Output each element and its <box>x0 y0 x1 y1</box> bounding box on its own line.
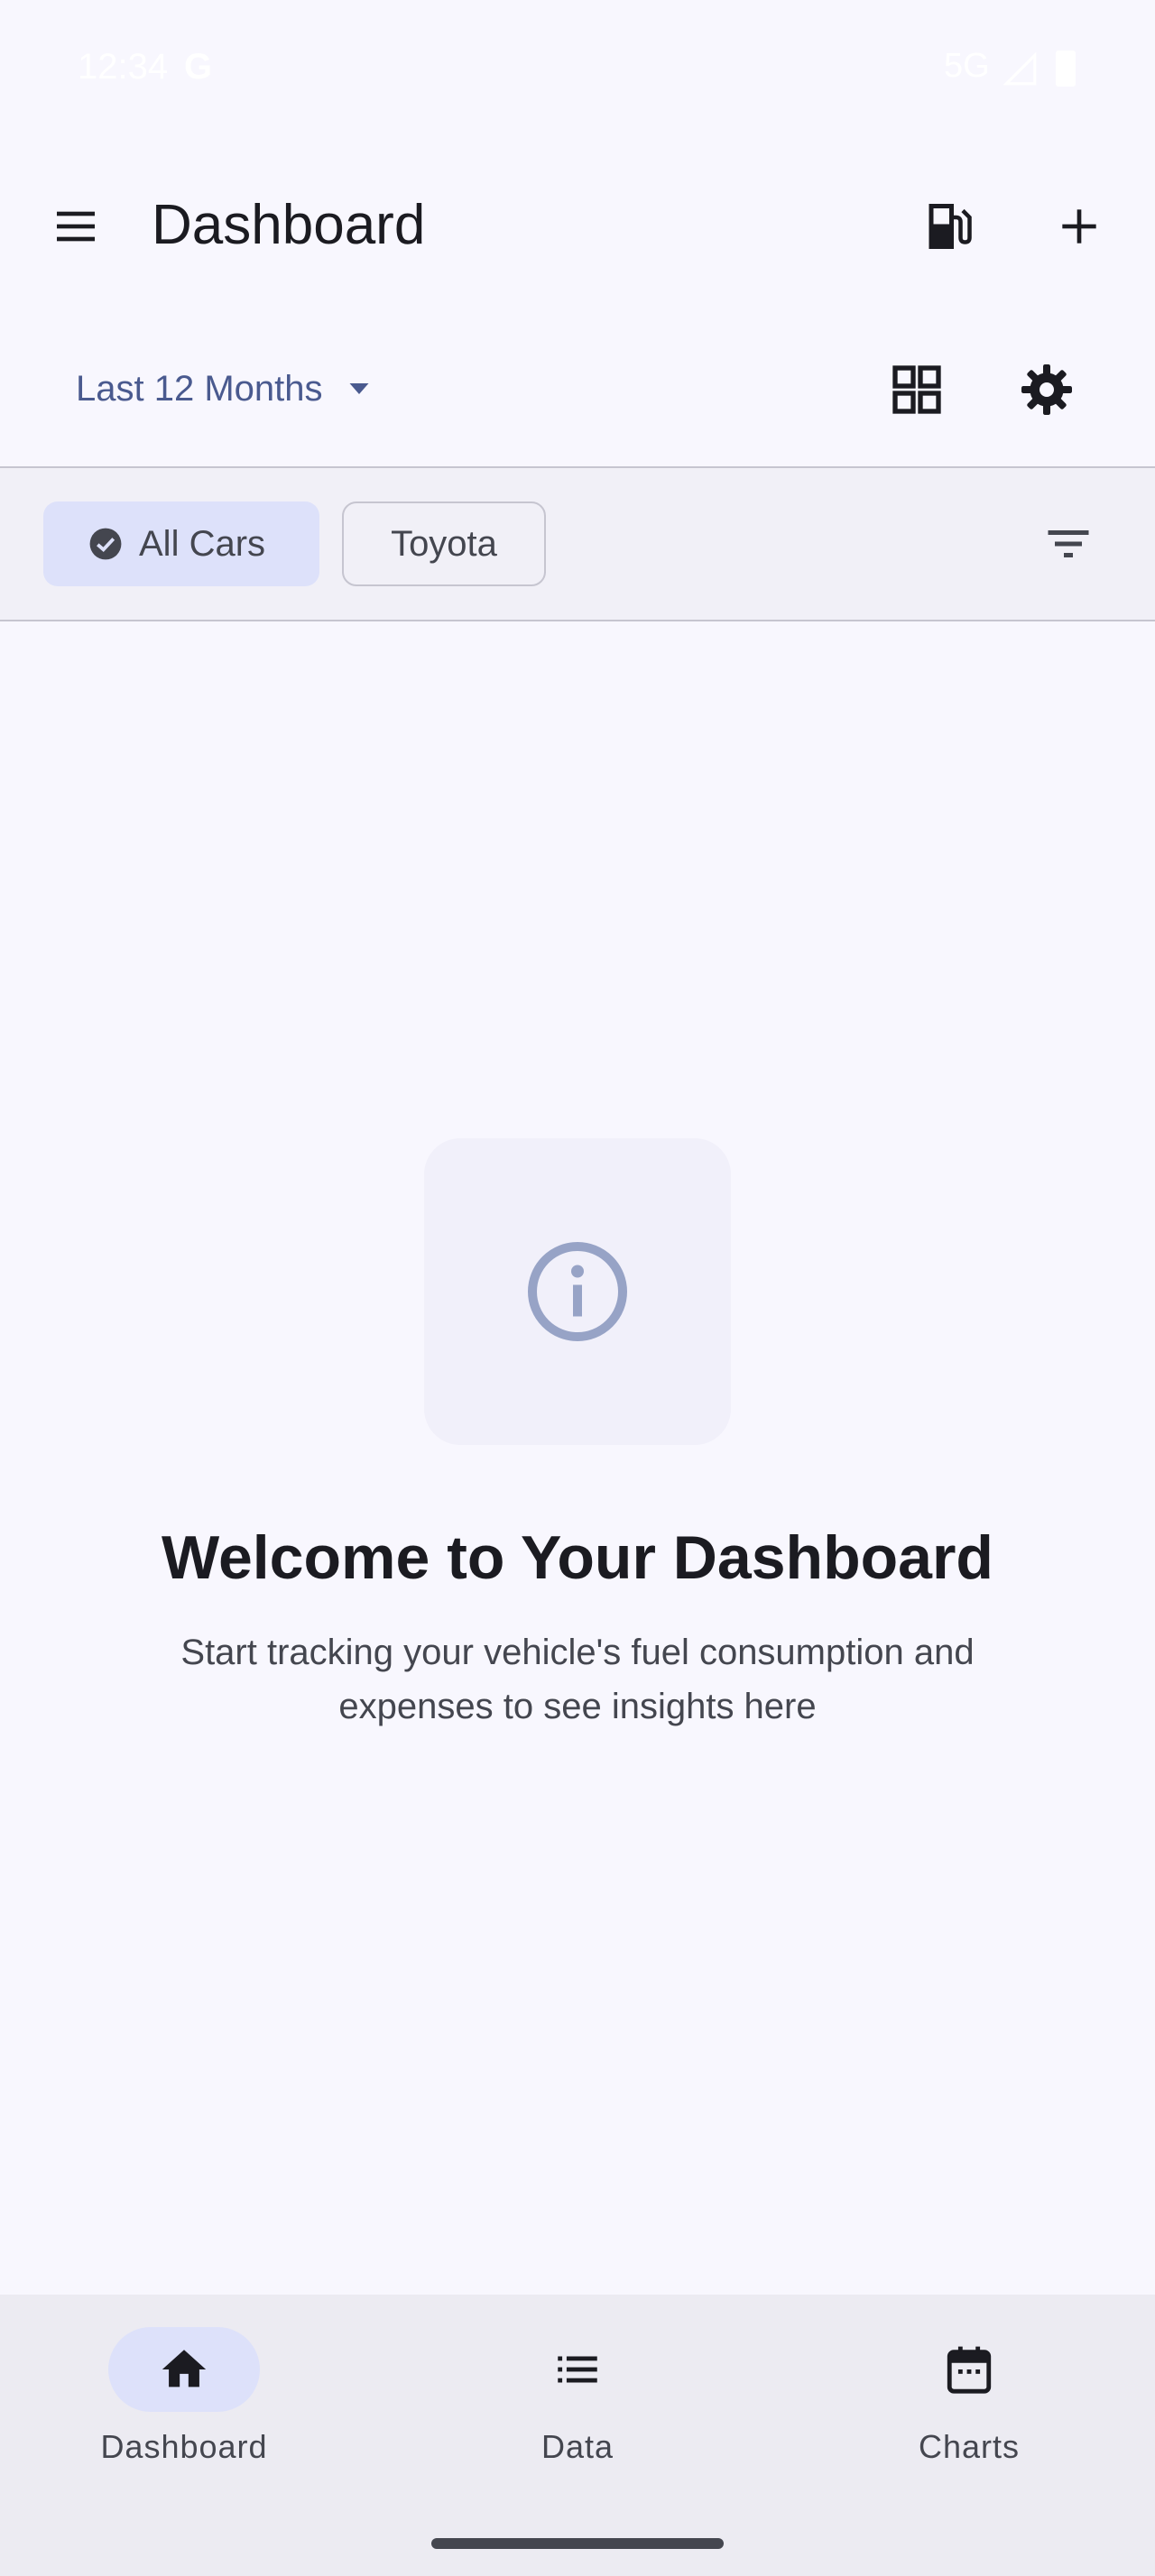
plus-icon <box>1062 209 1096 244</box>
gesture-handle[interactable] <box>431 2538 724 2549</box>
empty-state-icon-box <box>424 1138 731 1445</box>
chevron-down-icon <box>349 383 368 394</box>
add-button[interactable] <box>1036 183 1123 270</box>
period-selector[interactable]: Last 12 Months <box>76 361 375 417</box>
welcome-message: Start tracking your vehicle's fuel consu… <box>180 1633 975 1726</box>
welcome-title: Welcome to Your Dashboard <box>162 1523 993 1592</box>
period-label: Last 12 Months <box>76 368 323 409</box>
nav-indicator <box>893 2327 1045 2412</box>
menu-button[interactable] <box>32 183 119 270</box>
menu-icon <box>57 211 95 242</box>
chip-label: Toyota <box>391 523 497 564</box>
signal-icon <box>1003 52 1037 86</box>
filter-button[interactable] <box>1025 501 1112 587</box>
grid-view-button[interactable] <box>873 346 960 433</box>
chip-label: All Cars <box>139 523 266 564</box>
list-icon <box>558 2356 597 2383</box>
nav-item-data[interactable]: Data <box>442 2327 713 2480</box>
page-title: Dashboard <box>152 194 426 256</box>
settings-button[interactable] <box>1003 346 1090 433</box>
nav-label: Data <box>541 2428 614 2465</box>
nav-indicator <box>502 2327 653 2412</box>
nav-item-dashboard[interactable]: Dashboard <box>49 2327 319 2480</box>
info-icon <box>528 1242 627 1341</box>
fuel-button[interactable] <box>906 183 993 270</box>
gear-icon <box>1021 364 1072 415</box>
status-bar: 12:34 G 5G <box>0 0 1155 140</box>
calendar-icon <box>947 2346 992 2394</box>
check-circle-icon <box>89 528 122 560</box>
network-type: 5G <box>944 47 990 85</box>
filter-icon <box>1048 530 1089 557</box>
nav-item-charts[interactable]: Charts <box>834 2327 1104 2480</box>
nav-indicator <box>108 2327 260 2412</box>
grid-view-icon <box>892 365 941 414</box>
battery-icon <box>1056 51 1076 87</box>
google-logo: G <box>184 47 213 87</box>
chip-all-cars[interactable]: All Cars <box>43 501 319 586</box>
status-time: 12:34 <box>78 47 169 87</box>
nav-label: Dashboard <box>100 2428 268 2465</box>
chip-toyota[interactable]: Toyota <box>342 501 546 586</box>
nav-label: Charts <box>918 2428 1021 2465</box>
fuel-pump-icon <box>929 204 972 249</box>
home-icon <box>162 2350 207 2387</box>
